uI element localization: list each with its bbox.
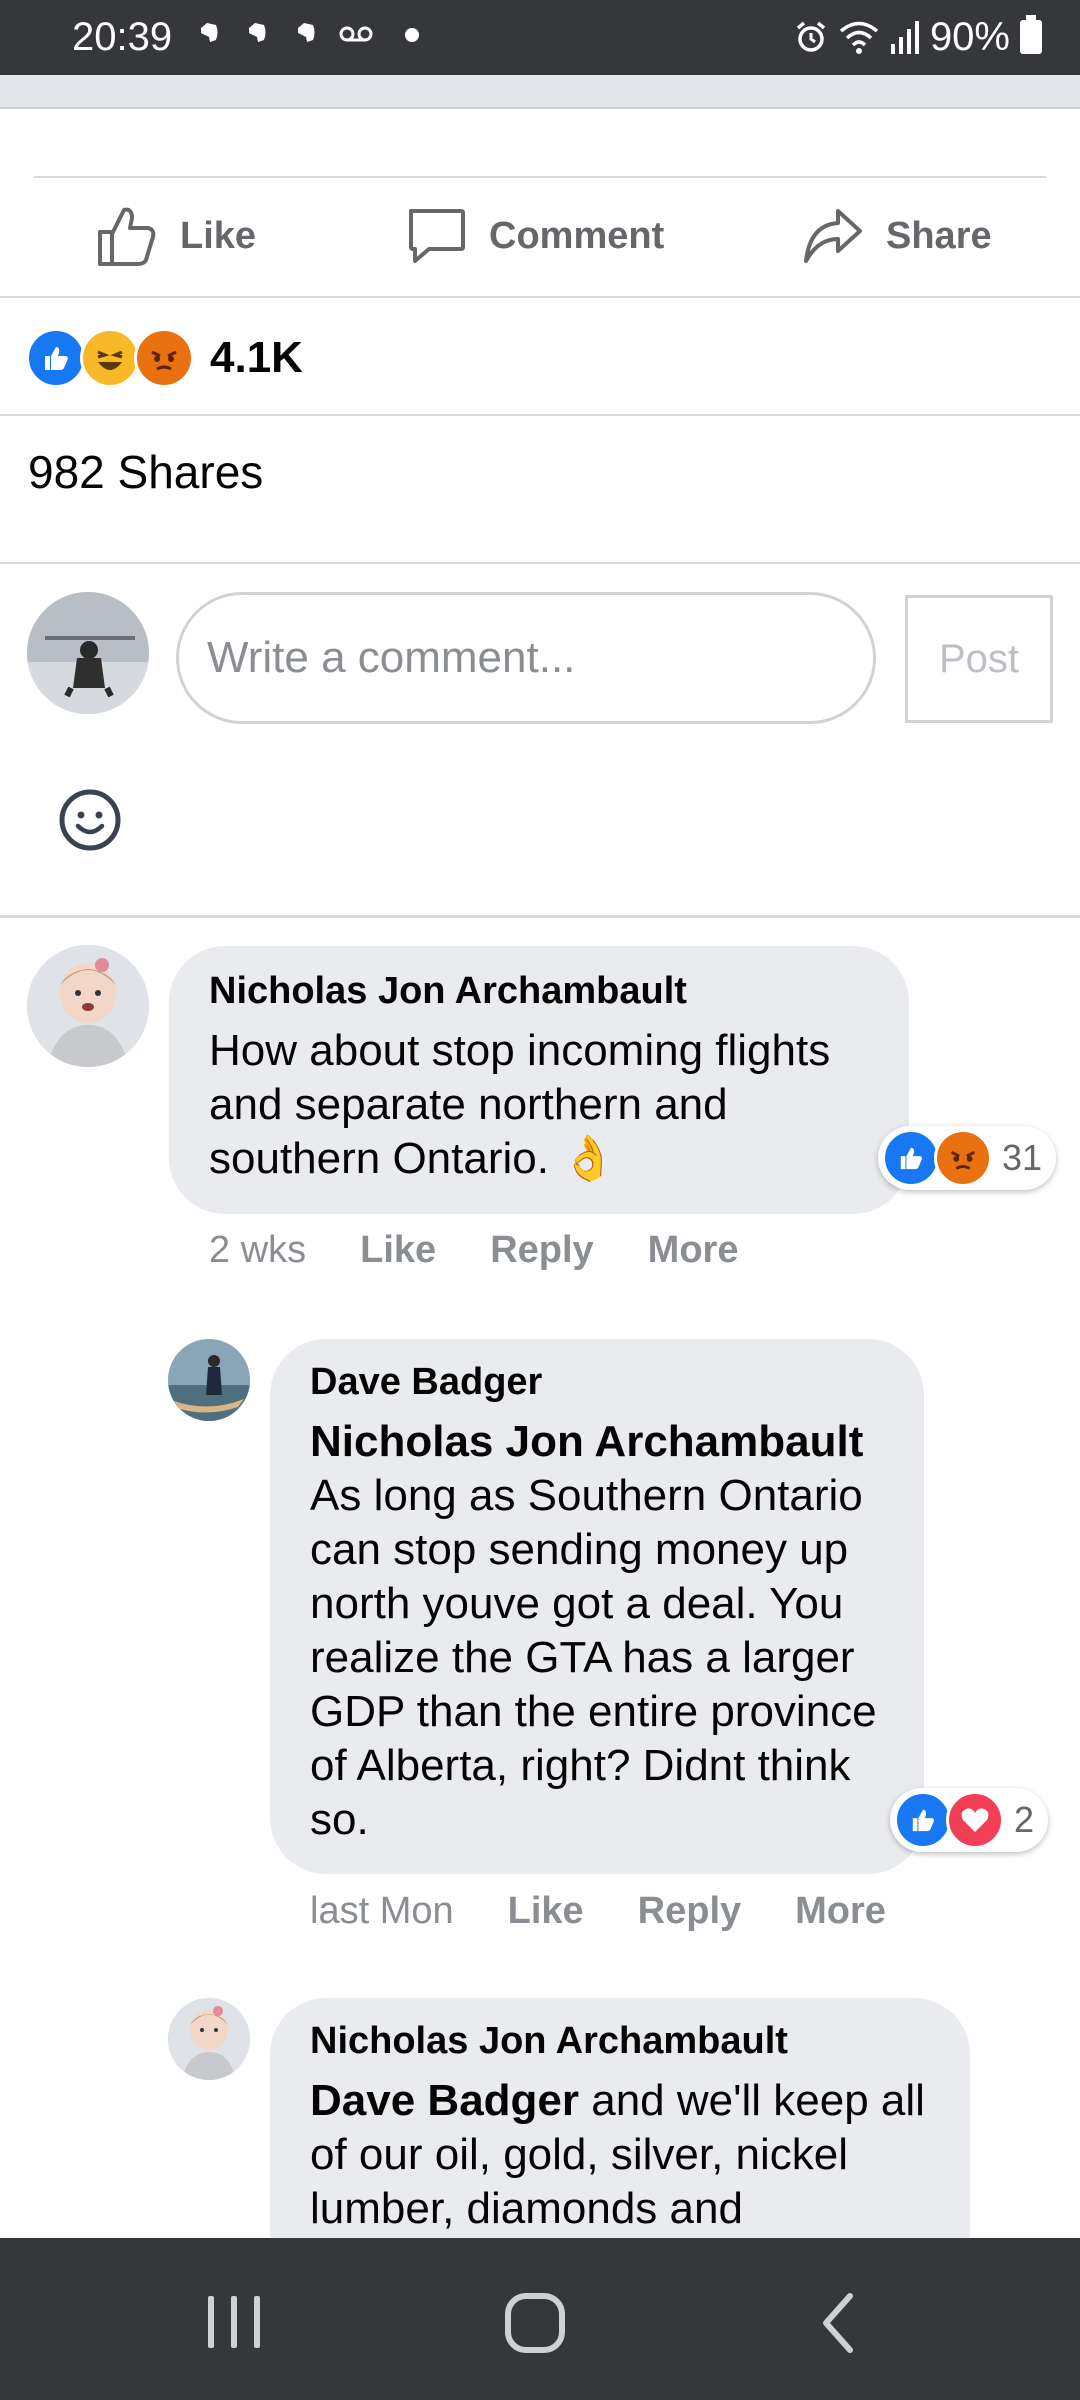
avatar[interactable] [27,945,149,1067]
reaction-count: 2 [1014,1799,1035,1840]
love-reaction-icon [946,1791,1004,1849]
avatar[interactable] [168,1998,250,2080]
comment-button[interactable]: Comment [405,200,664,272]
comment-more-button[interactable]: More [795,1890,886,1933]
speech-bubble-icon [409,209,465,263]
angry-reaction-icon [934,1129,992,1187]
comment-text: How about stop incoming flights and sepa… [209,1026,831,1183]
recent-apps-icon[interactable] [204,2294,264,2350]
thumbs-up-icon [98,207,156,266]
share-label: Share [886,214,992,257]
comment-input[interactable]: Write a comment... [176,592,876,724]
evernote-icon [201,23,218,42]
home-icon[interactable] [504,2292,566,2354]
like-reaction-icon [894,1791,952,1849]
like-reaction-icon [882,1129,940,1187]
status-bar: 20:39 90% [0,0,1080,75]
emoji-icon[interactable] [58,788,122,852]
comment-more-button[interactable]: More [648,1229,739,1272]
comment-author[interactable]: Dave Badger [310,1359,884,1405]
comment-meta: 2 wks Like Reply More [209,1225,792,1275]
dot-icon [405,28,419,42]
like-label: Like [180,214,257,257]
comment-placeholder: Write a comment... [207,633,576,682]
status-time: 20:39 [72,15,173,59]
shares-count[interactable]: 982 Shares [28,445,263,499]
comment-bubble[interactable]: Nicholas Jon Archambault How about stop … [169,946,909,1214]
share-button[interactable]: Share [802,200,992,272]
back-icon[interactable] [818,2292,858,2354]
comment-reply-button[interactable]: Reply [490,1229,593,1272]
like-reaction-icon [26,328,86,388]
comment-reactions[interactable]: 31 [878,1126,1057,1190]
haha-reaction-icon [80,328,140,388]
divider [0,562,1080,564]
signal-icon [890,21,919,54]
battery-percent: 90% [929,14,1010,59]
comment-like-button[interactable]: Like [360,1229,436,1272]
comment-mention[interactable]: Nicholas Jon Archambault [310,1415,884,1469]
share-arrow-icon [804,209,862,263]
comment-time[interactable]: last Mon [310,1890,454,1933]
reaction-count: 4.1K [210,333,303,382]
divider [0,296,1080,298]
divider [0,915,1080,918]
comment-bubble[interactable]: Dave Badger Nicholas Jon Archambault As … [270,1339,924,1874]
evernote-icon [298,23,315,42]
comment-like-button[interactable]: Like [508,1890,584,1933]
divider [0,107,1080,109]
like-button[interactable]: Like [96,200,256,272]
divider [0,414,1080,416]
evernote-icon [249,23,266,42]
comment-text: Dave Badger and we'll keep all of our oi… [310,2074,930,2236]
comment-author[interactable]: Nicholas Jon Archambault [209,968,869,1014]
comment-reply-button[interactable]: Reply [638,1890,741,1933]
voicemail-icon [339,26,373,42]
comment-time[interactable]: 2 wks [209,1229,306,1272]
angry-reaction-icon [134,328,194,388]
divider [34,176,1046,178]
avatar[interactable] [168,1339,250,1421]
comment-author[interactable]: Nicholas Jon Archambault [310,2018,930,2064]
comment-body: As long as Southern Ontario can stop sen… [310,1471,877,1844]
comment-meta: last Mon Like Reply More [310,1886,940,1936]
comment-reactions[interactable]: 2 [890,1788,1049,1852]
battery-icon [1020,15,1042,54]
avatar [27,592,149,714]
navigation-bar [0,2238,1080,2400]
alarm-icon [796,21,826,52]
post-button[interactable]: Post [905,595,1053,723]
comment-text: Nicholas Jon Archambault As long as Sout… [310,1415,884,1847]
comment-label: Comment [489,214,665,257]
reaction-summary[interactable]: 4.1K [26,328,303,388]
post-header-strip [0,75,1080,107]
reaction-count: 31 [1002,1137,1043,1178]
comment-mention[interactable]: Dave Badger [310,2076,579,2125]
wifi-icon [839,21,879,54]
